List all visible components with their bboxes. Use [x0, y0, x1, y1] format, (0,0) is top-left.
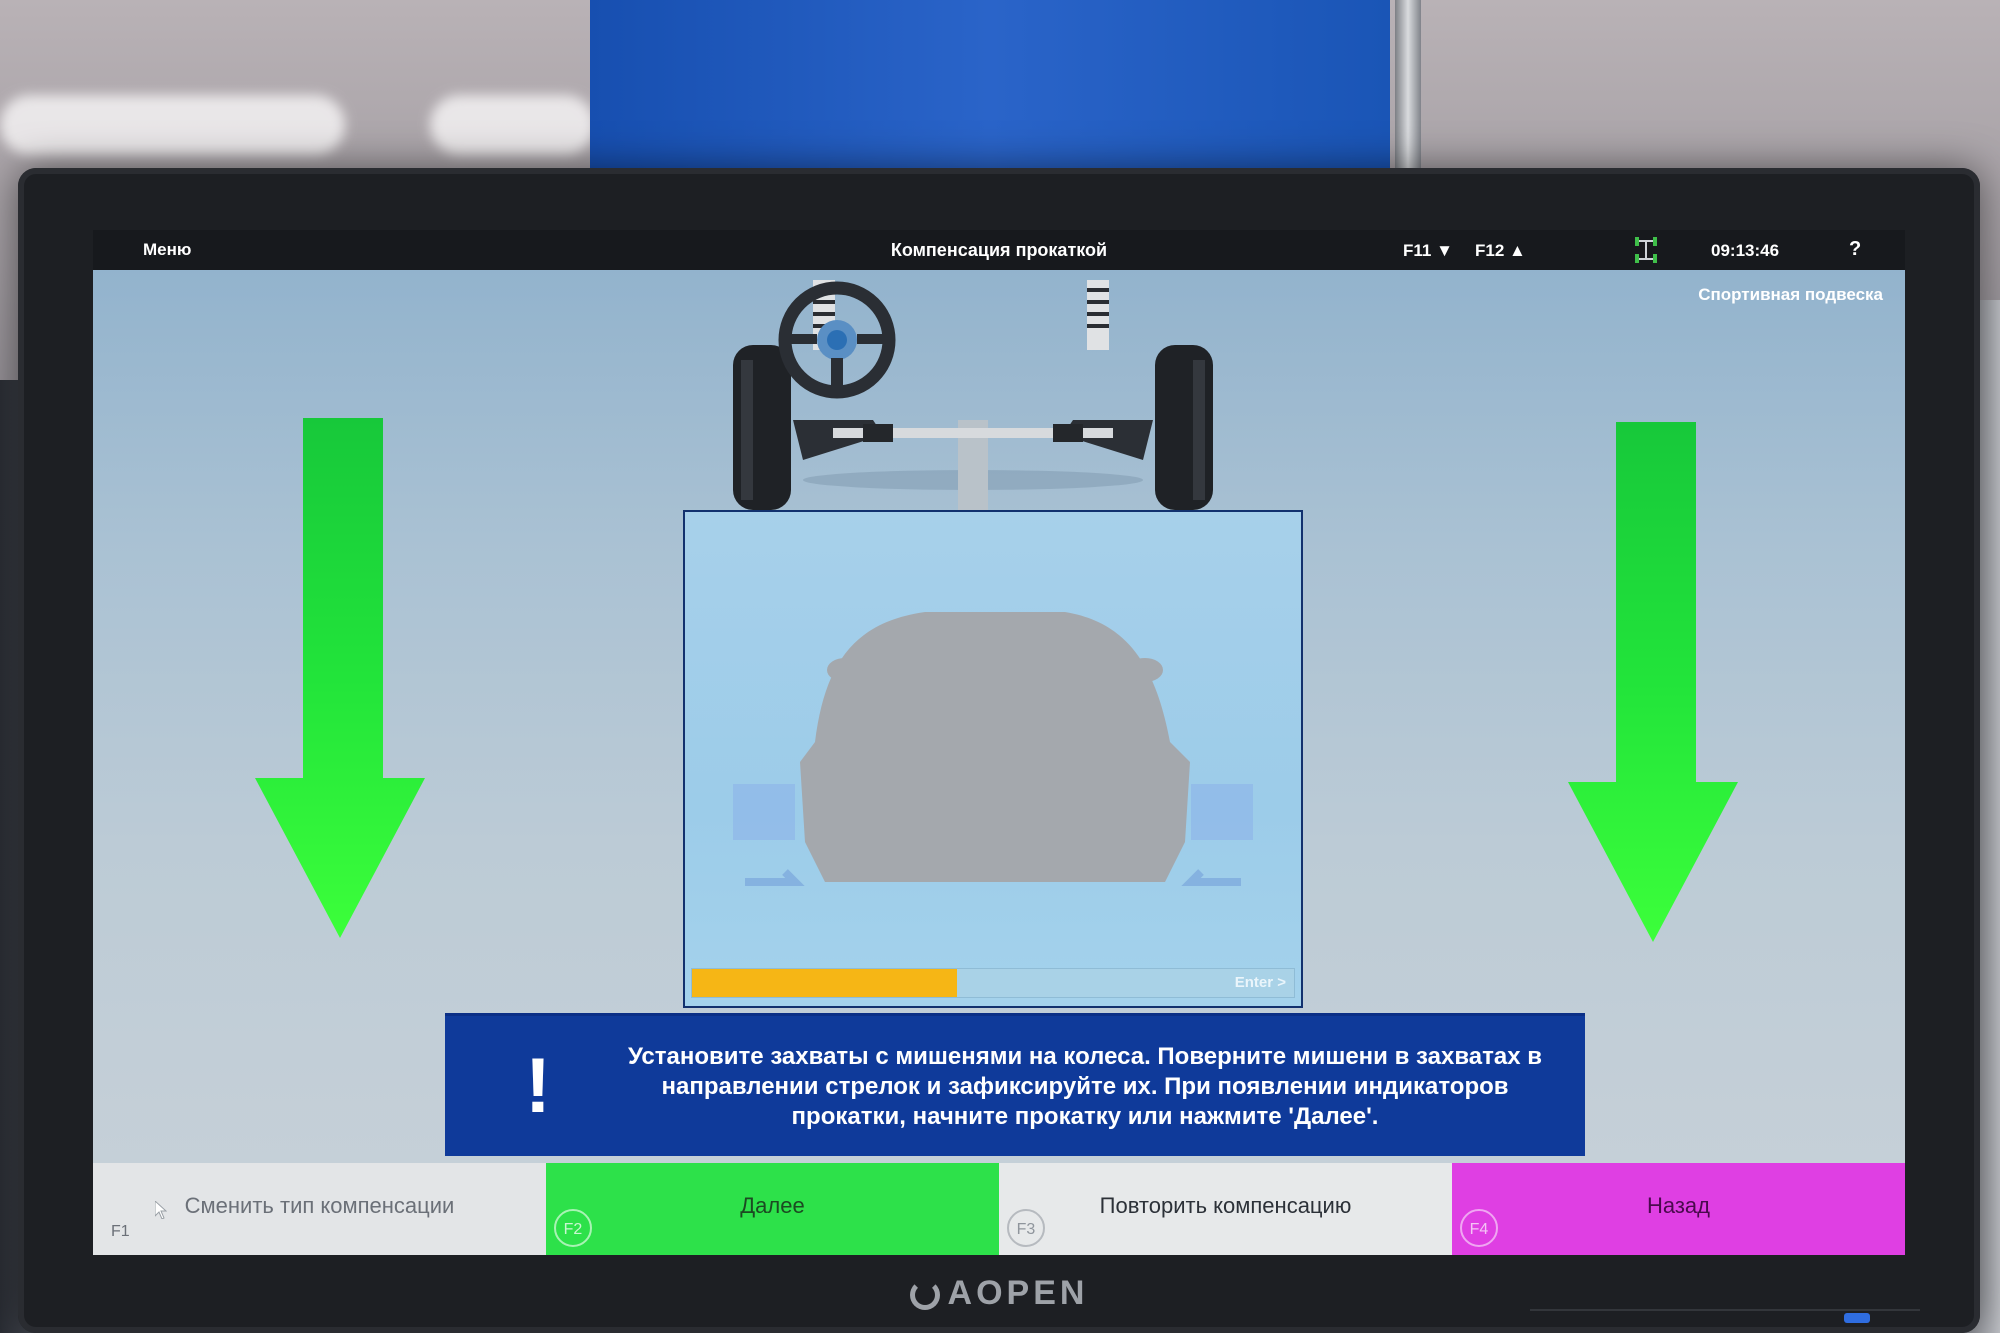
steering-wheel-icon — [778, 281, 896, 399]
aopen-logo-icon — [909, 1280, 940, 1310]
next-button[interactable]: F2 Далее — [546, 1163, 999, 1255]
f12-button[interactable]: F12 ▲ — [1475, 241, 1526, 261]
f4-button-label: Назад — [1646, 1193, 1711, 1218]
menu-button[interactable]: Меню — [143, 240, 191, 260]
vehicle-view-panel: Enter > — [683, 510, 1303, 1008]
warning-icon: ! — [525, 1041, 551, 1129]
instruction-message: ! Установите захваты с мишенями на колес… — [445, 1013, 1585, 1156]
metal-rod — [1395, 0, 1421, 185]
f2-button-label: Далее — [740, 1193, 805, 1218]
monitor-brand-logo: AOPEN — [18, 1274, 1980, 1313]
car-silhouette-icon — [733, 612, 1253, 886]
help-button[interactable]: ? — [1849, 238, 1861, 261]
ceiling-light-middle — [430, 95, 595, 155]
arrow-down-icon — [255, 418, 425, 938]
rolling-progress-bar: Enter > — [691, 968, 1295, 998]
progress-fill — [692, 969, 957, 997]
f1-key-label: F1 — [111, 1223, 130, 1240]
screen: Меню Компенсация прокаткой F11 ▼ F12 ▲ 0… — [93, 230, 1905, 1255]
f1-button-label: Сменить тип компенсации — [184, 1193, 455, 1218]
function-key-bar: F1 Сменить тип компенсации F2 Далее F3 П… — [93, 1163, 1905, 1255]
f11-button[interactable]: F11 ▼ — [1403, 241, 1453, 261]
instruction-text: Установите захваты с мишенями на колеса.… — [628, 1043, 1542, 1130]
change-compensation-type-button[interactable]: F1 Сменить тип компенсации — [93, 1163, 546, 1255]
enter-hint[interactable]: Enter > — [1235, 974, 1286, 991]
monitor: Меню Компенсация прокаткой F11 ▼ F12 ▲ 0… — [18, 168, 1980, 1333]
suspension-type-label: Спортивная подвеска — [1698, 285, 1883, 304]
power-led — [1844, 1313, 1870, 1323]
blue-pillar — [590, 0, 1390, 180]
ceiling-light-left — [0, 95, 345, 155]
f3-button-label: Повторить компенсацию — [1099, 1193, 1352, 1218]
repeat-compensation-button[interactable]: F3 Повторить компенсацию — [999, 1163, 1452, 1255]
wheel-alignment-status-icon[interactable] — [1633, 234, 1659, 266]
clock: 09:13:46 — [1711, 241, 1780, 260]
brand-name: AOPEN — [947, 1274, 1089, 1312]
arrow-down-icon — [1568, 422, 1738, 942]
back-button[interactable]: F4 Назад — [1452, 1163, 1905, 1255]
top-bar: Меню Компенсация прокаткой F11 ▼ F12 ▲ 0… — [93, 230, 1905, 270]
